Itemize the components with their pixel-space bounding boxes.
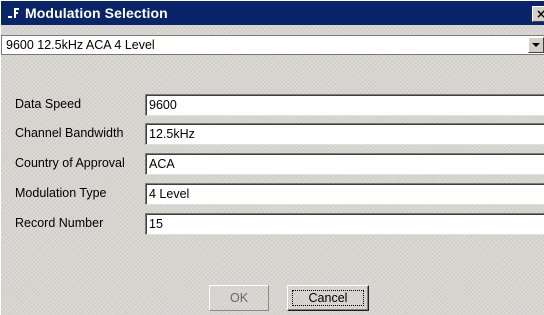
record-number-row: Record Number 15 bbox=[1, 213, 544, 235]
chevron-down-icon bbox=[532, 43, 540, 47]
window-menu-icon[interactable] bbox=[5, 1, 23, 25]
close-button[interactable]: × bbox=[532, 6, 544, 22]
channel-bandwidth-value: 12.5kHz bbox=[149, 127, 195, 141]
dropdown-arrow-button[interactable] bbox=[528, 37, 544, 53]
record-number-value: 15 bbox=[149, 217, 163, 231]
record-number-label: Record Number bbox=[15, 216, 104, 230]
dialog-title: Modulation Selection bbox=[25, 5, 168, 21]
ok-button[interactable]: OK bbox=[209, 285, 269, 311]
title-bar[interactable]: Modulation Selection × bbox=[1, 1, 544, 25]
data-speed-value: 9600 bbox=[149, 98, 177, 112]
data-speed-field[interactable]: 9600 bbox=[145, 94, 544, 116]
modulation-type-row: Modulation Type 4 Level bbox=[1, 183, 544, 205]
country-of-approval-value: ACA bbox=[149, 157, 175, 171]
data-speed-label: Data Speed bbox=[15, 97, 82, 111]
country-of-approval-label: Country of Approval bbox=[15, 156, 125, 170]
country-of-approval-field[interactable]: ACA bbox=[145, 153, 544, 175]
channel-bandwidth-field[interactable]: 12.5kHz bbox=[145, 123, 544, 145]
record-number-field[interactable]: 15 bbox=[145, 213, 544, 235]
modulation-dropdown-value: 9600 12.5kHz ACA 4 Level bbox=[6, 38, 155, 52]
ok-button-label: OK bbox=[229, 291, 249, 305]
modulation-type-label: Modulation Type bbox=[15, 186, 107, 200]
cancel-button-label: Cancel bbox=[308, 291, 348, 305]
cancel-button[interactable]: Cancel bbox=[287, 285, 369, 311]
channel-bandwidth-row: Channel Bandwidth 12.5kHz bbox=[1, 123, 544, 145]
data-speed-row: Data Speed 9600 bbox=[1, 94, 544, 116]
close-icon: × bbox=[536, 7, 544, 21]
modulation-dropdown[interactable]: 9600 12.5kHz ACA 4 Level bbox=[1, 35, 544, 55]
channel-bandwidth-label: Channel Bandwidth bbox=[15, 126, 124, 140]
modulation-type-field[interactable]: 4 Level bbox=[145, 183, 544, 205]
modulation-selection-dialog: Modulation Selection × 9600 12.5kHz ACA … bbox=[0, 0, 544, 315]
country-of-approval-row: Country of Approval ACA bbox=[1, 153, 544, 175]
modulation-type-value: 4 Level bbox=[149, 187, 190, 201]
